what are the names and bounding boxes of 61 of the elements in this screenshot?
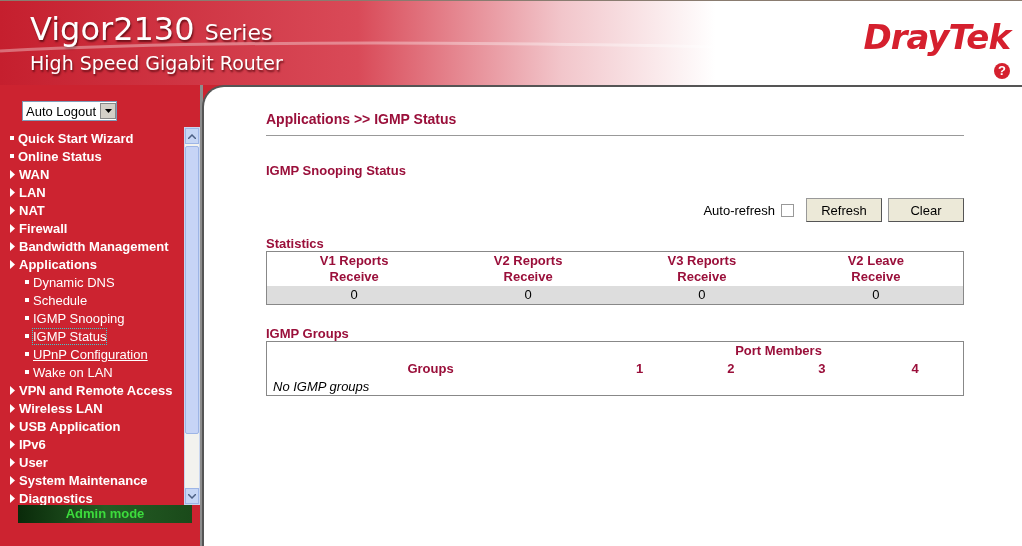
menu-item[interactable]: User: [10, 453, 184, 471]
menu-item[interactable]: IGMP Status: [10, 327, 184, 345]
menu-item[interactable]: UPnP Configuration: [10, 345, 184, 363]
menu-item[interactable]: NAT: [10, 201, 184, 219]
product-title: Vigor2130 Series: [30, 11, 274, 50]
menu-item[interactable]: Applications: [10, 255, 184, 273]
menu-item[interactable]: Schedule: [10, 291, 184, 309]
menu-item[interactable]: Quick Start Wizard: [10, 129, 184, 147]
column-header: 1: [636, 361, 644, 377]
auto-refresh-checkbox[interactable]: [781, 203, 794, 217]
menu-item[interactable]: Dynamic DNS: [10, 273, 184, 291]
bullet-icon: [25, 316, 29, 320]
menu-item[interactable]: WAN: [10, 165, 184, 183]
menu-item[interactable]: Online Status: [10, 147, 184, 165]
table-cell: 0: [524, 287, 532, 302]
section-title: IGMP Snooping Status: [266, 163, 407, 178]
table-cell: 0: [350, 287, 358, 302]
menu-item[interactable]: USB Application: [10, 417, 184, 435]
product-subtitle: High Speed Gigabit Router: [30, 51, 283, 75]
column-header: Groups: [407, 361, 454, 377]
bullet-icon: [10, 136, 14, 140]
table-cell: 0: [872, 287, 880, 302]
groups-title: IGMP Groups: [266, 326, 350, 341]
menu-item[interactable]: System Maintenance: [10, 471, 184, 489]
menu-item[interactable]: Wake on LAN: [10, 363, 184, 381]
bullet-icon: [25, 280, 29, 284]
statistics-title: Statistics: [266, 236, 325, 251]
bullet-icon: [10, 154, 14, 158]
column-header: V2 Leave Receive: [846, 253, 906, 285]
bullet-icon: [25, 352, 29, 356]
scroll-up-icon[interactable]: [188, 133, 196, 139]
bullet-icon: [25, 370, 29, 374]
column-header: 2: [727, 361, 735, 377]
menu-item[interactable]: IGMP Snooping: [10, 309, 184, 327]
breadcrumb: Applications >> IGMP Status: [266, 111, 964, 136]
admin-mode-status: Admin mode: [18, 505, 192, 523]
column-header: Port Members: [735, 343, 822, 359]
column-header: V3 Reports Receive: [666, 253, 738, 285]
help-icon[interactable]: ?: [994, 63, 1010, 79]
bullet-icon: [25, 298, 29, 302]
dropdown-arrow-icon: [104, 109, 112, 113]
action-button[interactable]: Clear: [888, 198, 964, 222]
table-cell: 0: [698, 287, 706, 302]
bullet-icon: [25, 334, 29, 338]
menu-item[interactable]: Wireless LAN: [10, 399, 184, 417]
column-header: 3: [818, 361, 826, 377]
menu-item[interactable]: VPN and Remote Access: [10, 381, 184, 399]
column-header: V1 Reports Receive: [318, 253, 390, 285]
scroll-down-icon[interactable]: [188, 493, 196, 499]
action-button[interactable]: Refresh: [806, 198, 882, 222]
auto-logout-select[interactable]: Auto Logout: [22, 101, 117, 121]
menu-item[interactable]: Firewall: [10, 219, 184, 237]
menu-item[interactable]: IPv6: [10, 435, 184, 453]
scrollbar[interactable]: [184, 127, 200, 505]
auto-refresh-label: Auto-refresh: [703, 202, 775, 218]
empty-message: No IGMP groups: [266, 378, 964, 396]
menu-item[interactable]: Diagnostics: [10, 489, 184, 505]
column-header: V2 Reports Receive: [492, 253, 564, 285]
menu-item[interactable]: Bandwidth Management: [10, 237, 184, 255]
column-header: 4: [911, 361, 919, 377]
menu-item[interactable]: LAN: [10, 183, 184, 201]
